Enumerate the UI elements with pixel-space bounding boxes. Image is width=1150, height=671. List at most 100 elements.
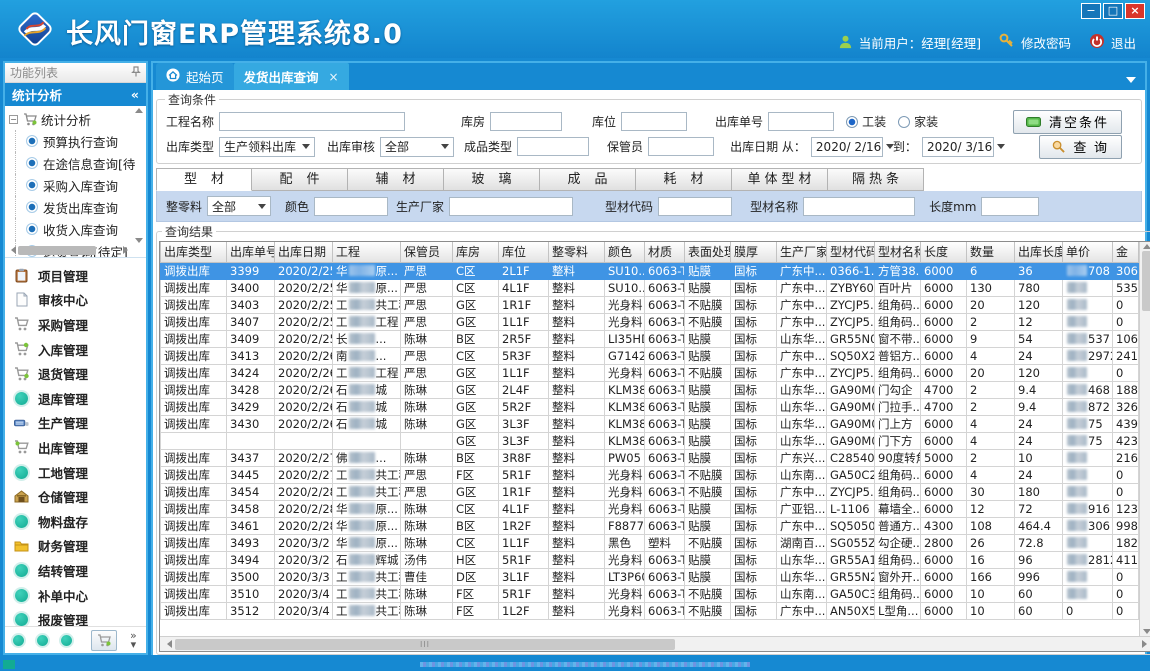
gongzhuang-radio[interactable] xyxy=(846,116,858,128)
tree-item[interactable]: 在途信息查询[待 xyxy=(9,152,132,174)
profile-code-input[interactable] xyxy=(658,197,732,216)
table-row[interactable]: 调拨出库35102020/3/4工共工程陈琳F区5R1F整料光身料6063-T5… xyxy=(161,585,1139,602)
clear-conditions-button[interactable]: 清空条件 xyxy=(1013,110,1122,134)
jiazhuang-radio-label[interactable]: 家装 xyxy=(914,113,938,130)
table-row[interactable]: 调拨出库34032020/2/25工共工程严思G区1R1F整料光身料6063-T… xyxy=(161,296,1139,313)
column-header[interactable]: 出库单号 xyxy=(227,242,275,262)
material-tab-单体型材[interactable]: 单体型材 xyxy=(732,168,828,191)
table-row[interactable]: 调拨出库34092020/2/25长...陈琳B区2R5F整料LI35HD606… xyxy=(161,330,1139,347)
table-row[interactable]: 调拨出库34242020/2/26工工程严思G区1L1F整料光身料6063-T5… xyxy=(161,364,1139,381)
out-audit-select[interactable]: 全部 xyxy=(380,137,454,157)
table-row[interactable]: 调拨出库34932020/3/2华原...陈琳C区1L1F整料黑色塑料不贴膜国标… xyxy=(161,534,1139,551)
out-type-select[interactable]: 生产领料出库 xyxy=(219,137,315,157)
module-circle-icon[interactable] xyxy=(61,635,72,646)
gongzhuang-radio-label[interactable]: 工装 xyxy=(862,113,886,130)
module-circle-icon[interactable] xyxy=(13,635,24,646)
column-header[interactable]: 金 xyxy=(1113,242,1139,262)
close-button[interactable]: × xyxy=(1125,3,1145,19)
tree-horizontal-scrollbar[interactable] xyxy=(7,244,132,256)
material-tab-配件[interactable]: 配件 xyxy=(252,168,348,191)
sidebar-item-物料盘存[interactable]: 物料盘存 xyxy=(5,509,146,534)
maker-input[interactable] xyxy=(449,197,573,216)
table-row[interactable]: 调拨出库35122020/3/4工共工程陈琳F区1L2F整料光身料6063-T5… xyxy=(161,602,1139,619)
sidebar-item-财务管理[interactable]: 财务管理 xyxy=(5,534,146,559)
sidebar-item-采购管理[interactable]: 采购管理 xyxy=(5,312,146,337)
warehouse-input[interactable] xyxy=(490,112,562,131)
material-tab-型材[interactable]: 型材 xyxy=(156,168,252,191)
pin-icon[interactable] xyxy=(131,66,141,80)
sidebar-item-工地管理[interactable]: 工地管理 xyxy=(5,460,146,485)
order-no-input[interactable] xyxy=(768,112,834,131)
column-header[interactable]: 材质 xyxy=(645,242,685,262)
overflow-chevron[interactable]: »▾ xyxy=(130,631,137,649)
table-row[interactable]: 调拨出库33992020/2/25华原...严思C区2L1F整料SU10...6… xyxy=(161,262,1139,279)
keeper-input[interactable] xyxy=(648,137,714,156)
tree-item[interactable]: 收货入库查询 xyxy=(9,218,132,240)
sidebar-item-报废管理[interactable]: 报废管理 xyxy=(5,607,146,626)
product-type-input[interactable] xyxy=(517,137,589,156)
column-header[interactable]: 长度 xyxy=(921,242,967,262)
table-row[interactable]: 调拨出库34542020/2/28工共工程严思G区1R1F整料光身料6063-T… xyxy=(161,483,1139,500)
table-row[interactable]: 调拨出库34452020/2/27工共工程严思F区5R1F整料光身料6063-T… xyxy=(161,466,1139,483)
column-header[interactable]: 型材代码 xyxy=(827,242,875,262)
material-tab-隔热条[interactable]: 隔热条 xyxy=(828,168,924,191)
table-row[interactable]: 调拨出库34612020/2/28华原...陈琳B区1R2F整料F8877FT6… xyxy=(161,517,1139,534)
tree-vertical-scrollbar[interactable] xyxy=(133,108,145,243)
sidebar-item-退货管理[interactable]: 退货管理 xyxy=(5,361,146,386)
column-header[interactable]: 库房 xyxy=(453,242,499,262)
color-input[interactable] xyxy=(314,197,388,216)
table-row[interactable]: 调拨出库34582020/2/28华原...陈琳C区4L1F整料光身料6063-… xyxy=(161,500,1139,517)
table-row[interactable]: G区3L3F整料KLM38176063-T5贴膜国标山东华...GA90M09.… xyxy=(161,432,1139,449)
table-row[interactable]: 调拨出库34282020/2/26石城陈琳G区2L4F整料KLM38176063… xyxy=(161,381,1139,398)
table-row[interactable]: 调拨出库34942020/3/2石辉城汤伟H区5R1F整料光身料6063-T5贴… xyxy=(161,551,1139,568)
search-button[interactable]: 查 询 xyxy=(1039,135,1122,159)
table-row[interactable]: 调拨出库34372020/2/27佛...陈琳B区3R8F整料PW056063-… xyxy=(161,449,1139,466)
table-vertical-scrollbar[interactable] xyxy=(1139,242,1150,636)
tree-item[interactable]: 发货出库查询 xyxy=(9,196,132,218)
table-row[interactable]: 调拨出库35002020/3/3工共工程曹佳D区3L1F整料LT3P606063… xyxy=(161,568,1139,585)
sidebar-item-补单中心[interactable]: 补单中心 xyxy=(5,583,146,608)
tab-active[interactable]: 发货出库查询 × xyxy=(234,63,349,90)
sidebar-item-出库管理[interactable]: 出库管理 xyxy=(5,435,146,460)
tree-root[interactable]: − 统计分析 xyxy=(9,109,132,130)
column-header[interactable]: 工程 xyxy=(333,242,401,262)
tab-home[interactable]: 起始页 xyxy=(156,63,234,90)
column-header[interactable]: 保管员 xyxy=(401,242,453,262)
sidebar-section-header[interactable]: 统计分析 « xyxy=(5,83,146,106)
column-header[interactable]: 整零料 xyxy=(549,242,605,262)
column-header[interactable]: 出库类型 xyxy=(161,242,227,262)
column-header[interactable]: 膜厚 xyxy=(731,242,777,262)
length-mm-input[interactable] xyxy=(981,197,1039,216)
cart-module-button[interactable] xyxy=(91,630,117,651)
expander-icon[interactable]: − xyxy=(9,115,18,124)
table-row[interactable]: 调拨出库34002020/2/25华原...严思C区4L1F整料SU10...6… xyxy=(161,279,1139,296)
table-horizontal-scrollbar[interactable]: III xyxy=(160,636,1150,651)
column-header[interactable]: 库位 xyxy=(499,242,549,262)
location-input[interactable] xyxy=(621,112,687,131)
table-row[interactable]: 调拨出库34292020/2/26石城陈琳G区5R2F整料KLM38176063… xyxy=(161,398,1139,415)
column-header[interactable]: 型材名称 xyxy=(875,242,921,262)
module-circle-icon[interactable] xyxy=(37,635,48,646)
sidebar-item-生产管理[interactable]: 生产管理 xyxy=(5,411,146,436)
column-header[interactable]: 颜色 xyxy=(605,242,645,262)
logout-button[interactable]: 退出 xyxy=(1089,33,1136,52)
column-header[interactable]: 生产厂家 xyxy=(777,242,827,262)
tab-list-caret-icon[interactable] xyxy=(1126,77,1136,83)
date-to-select[interactable]: 2020/ 3/16 xyxy=(922,137,994,157)
table-row[interactable]: 调拨出库34132020/2/26南...严思C区5R3F整料G71422606… xyxy=(161,347,1139,364)
table-row[interactable]: 调拨出库34072020/2/25工工程严思G区1L1F整料光身料6063-T5… xyxy=(161,313,1139,330)
column-header[interactable]: 出库日期 xyxy=(275,242,333,262)
sidebar-item-入库管理[interactable]: 入库管理 xyxy=(5,337,146,362)
profile-name-input[interactable] xyxy=(803,197,915,216)
material-tab-成品[interactable]: 成品 xyxy=(540,168,636,191)
date-from-select[interactable]: 2020/ 2/16 xyxy=(811,137,883,157)
maximize-button[interactable]: □ xyxy=(1103,3,1123,19)
tree-item[interactable]: 采购入库查询 xyxy=(9,174,132,196)
material-tab-玻璃[interactable]: 玻璃 xyxy=(444,168,540,191)
minimize-button[interactable]: − xyxy=(1081,3,1101,19)
sidebar-item-审核中心[interactable]: 审核中心 xyxy=(5,288,146,313)
material-tab-辅材[interactable]: 辅材 xyxy=(348,168,444,191)
table-row[interactable]: 调拨出库34302020/2/26石城陈琳G区3L3F整料KLM38176063… xyxy=(161,415,1139,432)
column-header[interactable]: 出库长度 xyxy=(1015,242,1063,262)
tab-close-icon[interactable]: × xyxy=(325,70,339,84)
